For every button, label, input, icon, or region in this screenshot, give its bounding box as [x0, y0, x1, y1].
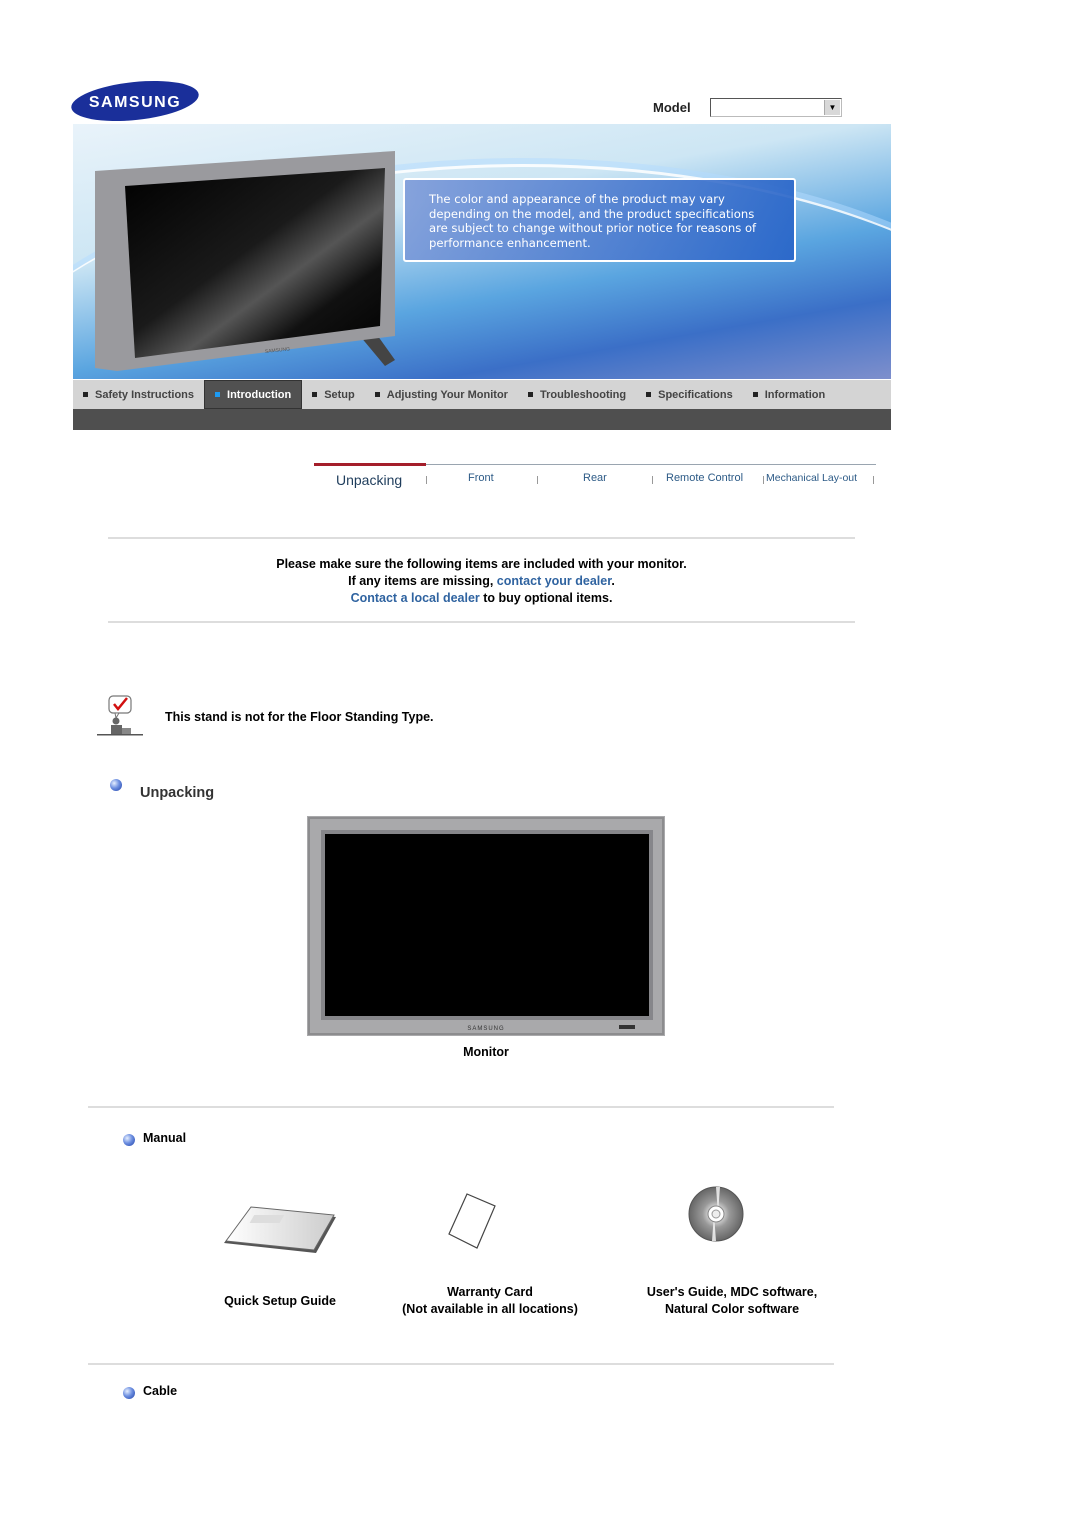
bullet-square-icon	[527, 392, 533, 397]
tab-separator	[763, 476, 764, 484]
product-notice: The color and appearance of the product …	[403, 178, 796, 262]
intro-line-2: If any items are missing, contact your d…	[348, 574, 615, 588]
hero-banner: SAMSUNG The color and appearance of the …	[73, 124, 891, 379]
monitor-front-image: SAMSUNG	[307, 816, 665, 1036]
warranty-card-icon	[448, 1193, 496, 1249]
tab-unpacking[interactable]: Unpacking	[336, 472, 402, 488]
model-select[interactable]: ▼	[710, 98, 842, 117]
divider	[88, 1363, 834, 1365]
tab-front[interactable]: Front	[468, 472, 494, 484]
nav-information[interactable]: Information	[743, 380, 836, 409]
manual-item-users-guide-cd: User's Guide, MDC software, Natural Colo…	[646, 1285, 818, 1316]
manual-item-warranty-card: Warranty Card (Not available in all loca…	[402, 1285, 578, 1316]
tab-separator	[652, 476, 653, 484]
cd-rom-icon	[688, 1186, 744, 1242]
svg-text:SAMSUNG: SAMSUNG	[265, 346, 291, 355]
divider	[108, 621, 855, 623]
monitor-product-image: SAMSUNG	[95, 151, 395, 371]
svg-text:SAMSUNG: SAMSUNG	[467, 1026, 504, 1032]
bullet-square-icon	[312, 392, 318, 397]
contact-your-dealer-link[interactable]: contact your dealer	[497, 574, 612, 588]
note-checkmark-icon	[97, 695, 143, 736]
nav-adjusting-your-monitor[interactable]: Adjusting Your Monitor	[365, 380, 518, 409]
section-title-manual: Manual	[143, 1131, 187, 1145]
chevron-down-icon[interactable]: ▼	[824, 100, 840, 115]
nav-introduction[interactable]: Introduction	[204, 380, 303, 409]
bullet-square-icon	[215, 392, 221, 397]
nav-specifications[interactable]: Specifications	[636, 380, 743, 409]
quick-setup-guide-icon	[224, 1206, 336, 1253]
bullet-sphere-icon	[123, 1387, 135, 1399]
section-title-unpacking: Unpacking	[140, 785, 215, 801]
sub-tabs: Unpacking Front Rear Remote Control Mech…	[314, 463, 876, 495]
bullet-sphere-icon	[123, 1134, 135, 1146]
nav-troubleshooting[interactable]: Troubleshooting	[518, 380, 636, 409]
bullet-square-icon	[752, 392, 758, 397]
tab-separator	[537, 476, 538, 484]
intro-line-1: Please make sure the following items are…	[276, 557, 687, 571]
manual-item-quick-setup-guide: Quick Setup Guide	[224, 1294, 336, 1308]
monitor-caption: Monitor	[463, 1045, 509, 1059]
contact-local-dealer-link[interactable]: Contact a local dealer	[351, 591, 480, 605]
divider	[88, 1106, 834, 1108]
tab-separator	[426, 476, 427, 484]
note-text: This stand is not for the Floor Standing…	[165, 710, 434, 724]
intro-text: Please make sure the following items are…	[108, 556, 855, 607]
bullet-sphere-icon	[110, 779, 122, 791]
nav-setup[interactable]: Setup	[302, 380, 365, 409]
bullet-square-icon	[83, 392, 88, 397]
svg-text:SAMSUNG: SAMSUNG	[89, 94, 181, 111]
section-title-cable: Cable	[143, 1384, 178, 1398]
main-navigation: Safety Instructions Introduction Setup A…	[73, 380, 891, 409]
samsung-logo: SAMSUNG	[70, 80, 200, 122]
model-label: Model	[653, 100, 691, 115]
tab-mechanical-layout[interactable]: Mechanical Lay-out	[766, 472, 857, 484]
nav-safety-instructions[interactable]: Safety Instructions	[73, 380, 204, 409]
active-tab-indicator	[314, 463, 426, 466]
bullet-square-icon	[374, 392, 380, 397]
tab-remote-control[interactable]: Remote Control	[666, 472, 743, 484]
bullet-square-icon	[646, 392, 652, 397]
section-unpacking: Unpacking	[110, 778, 214, 801]
nav-underbar	[73, 409, 891, 430]
tab-rear[interactable]: Rear	[583, 472, 607, 484]
tab-separator	[873, 476, 874, 484]
intro-line-3: Contact a local dealer to buy optional i…	[350, 591, 613, 605]
section-manual: Manual	[123, 1131, 186, 1151]
section-cable: Cable	[123, 1384, 177, 1404]
divider	[108, 537, 855, 539]
